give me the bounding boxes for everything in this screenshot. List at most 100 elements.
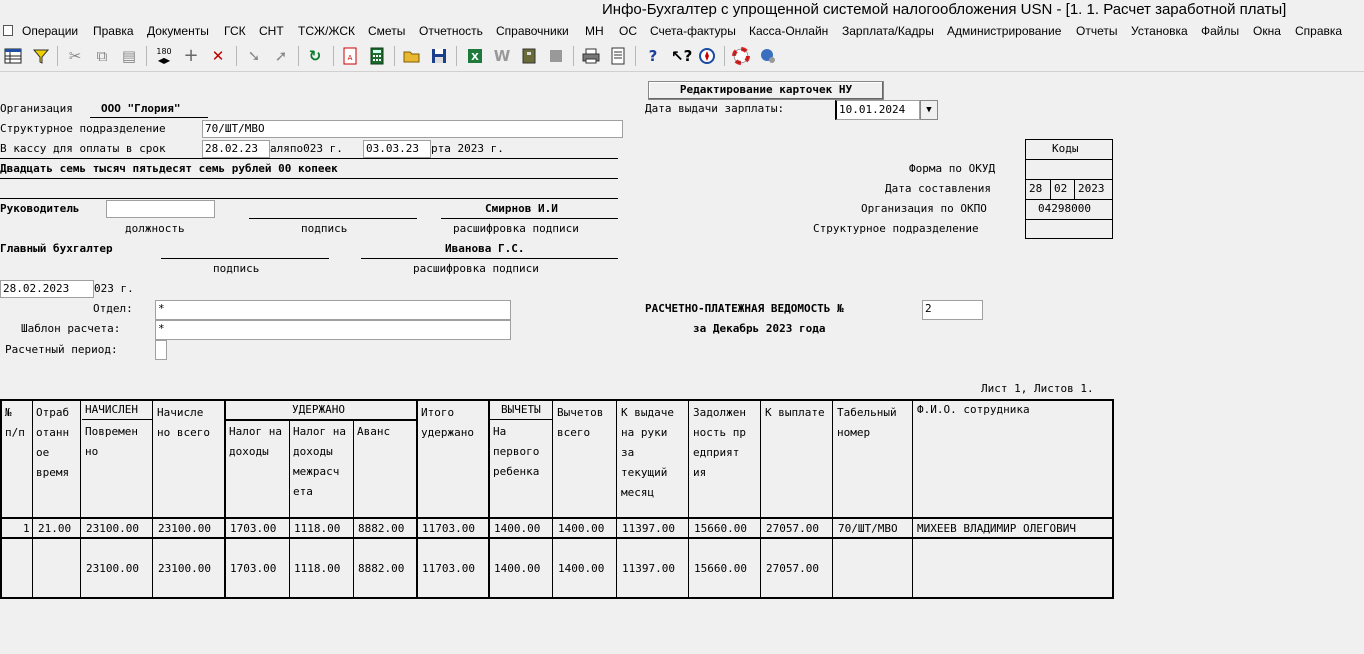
- col-accrued-time-header: Повремен но: [85, 425, 138, 458]
- cash-to-input[interactable]: 03.03.23: [363, 140, 431, 158]
- amount-in-words: Двадцать семь тысяч пятьдесят семь рубле…: [0, 162, 338, 175]
- archive-icon[interactable]: [520, 47, 538, 65]
- edit-cards-button[interactable]: Редактирование карточек НУ: [648, 81, 884, 100]
- okpo-value: 04298000: [1038, 202, 1091, 215]
- template-label: Шаблон расчета:: [21, 322, 121, 335]
- excel-icon[interactable]: X: [466, 47, 484, 65]
- total-accrued-time: 23100.00: [86, 562, 139, 575]
- preview-icon[interactable]: [609, 47, 627, 65]
- total-to-pay-month: 11397.00: [622, 562, 675, 575]
- pdf-icon[interactable]: A: [341, 47, 359, 65]
- menu-install[interactable]: Установка: [1131, 24, 1188, 38]
- menu-edit[interactable]: Правка: [93, 24, 134, 38]
- total-deductions-total: 1400.00: [558, 562, 605, 575]
- svg-text:A: A: [348, 54, 353, 62]
- menu-references[interactable]: Справочники: [496, 24, 569, 38]
- menu-reporting[interactable]: Отчетность: [419, 24, 483, 38]
- cash-from-input[interactable]: 28.02.23: [202, 140, 270, 158]
- total-deduction-child: 1400.00: [494, 562, 541, 575]
- stop-icon[interactable]: [547, 47, 565, 65]
- open-icon[interactable]: [403, 47, 421, 65]
- okpo-label: Организация по ОКПО: [861, 202, 987, 215]
- table-icon[interactable]: [4, 47, 22, 65]
- signature-caption: подпись: [301, 222, 348, 235]
- cell-accrued-time: 23100.00: [86, 522, 139, 535]
- pay-date-input[interactable]: 10.01.2024: [835, 100, 920, 120]
- cell-to-pay: 27057.00: [766, 522, 819, 535]
- date-year: 2023: [1078, 182, 1105, 195]
- help-icon[interactable]: ?: [644, 47, 662, 65]
- menu-documents[interactable]: Документы: [147, 24, 209, 38]
- menu-estimates[interactable]: Сметы: [368, 24, 405, 38]
- head-position-input[interactable]: [106, 200, 215, 218]
- menu-help[interactable]: Справка: [1295, 24, 1342, 38]
- menu-admin[interactable]: Администрирование: [947, 24, 1061, 38]
- menu-gsk[interactable]: ГСК: [224, 24, 246, 38]
- statement-number-input[interactable]: 2: [922, 300, 983, 320]
- cell-tax: 1703.00: [230, 522, 277, 535]
- cell-debt: 15660.00: [694, 522, 747, 535]
- cash-tail-text: рта 2023 г.: [431, 142, 504, 155]
- sheet-info: Лист 1, Листов 1.: [981, 382, 1094, 395]
- paste-icon[interactable]: ▤: [120, 47, 138, 65]
- menu-bar: Операции Правка Документы ГСК СНТ ТСЖ/ЖС…: [0, 21, 1364, 41]
- copy-icon[interactable]: ⧉: [93, 47, 111, 65]
- total-tax-inter: 1118.00: [294, 562, 341, 575]
- date-composed-label: Дата составления: [885, 182, 991, 195]
- renumber-icon[interactable]: 180 ◀▶: [155, 47, 173, 65]
- dept-input[interactable]: *: [155, 300, 511, 320]
- head-label: Руководитель: [0, 202, 80, 215]
- period-input[interactable]: [155, 340, 167, 360]
- chevron-down-icon[interactable]: ▼: [920, 100, 938, 120]
- word-icon[interactable]: W: [493, 47, 511, 65]
- cut-icon[interactable]: ✂: [66, 47, 84, 65]
- title-bar: Инфо-Бухгалтер с упрощенной системой нал…: [0, 0, 1364, 21]
- struct-input[interactable]: 70/ШТ/МВО: [202, 120, 623, 138]
- refresh-icon[interactable]: ↻: [306, 47, 324, 65]
- calculator-icon[interactable]: [368, 47, 386, 65]
- total-advance: 8882.00: [358, 562, 405, 575]
- print-icon[interactable]: [582, 47, 600, 65]
- add-icon[interactable]: +: [182, 47, 200, 65]
- total-debt: 15660.00: [694, 562, 747, 575]
- total-tax: 1703.00: [230, 562, 277, 575]
- cash-mid-text: аляпо023 г.: [270, 142, 343, 155]
- unmark-icon[interactable]: ➚: [272, 47, 290, 65]
- menu-windows[interactable]: Окна: [1253, 24, 1281, 38]
- template-input[interactable]: *: [155, 320, 511, 340]
- menu-cash-online[interactable]: Касса-Онлайн: [749, 24, 828, 38]
- filter-icon[interactable]: [32, 47, 50, 65]
- menu-tszh[interactable]: ТСЖ/ЖСК: [298, 24, 355, 38]
- menu-invoices[interactable]: Счета-фактуры: [650, 24, 736, 38]
- total-to-pay: 27057.00: [766, 562, 819, 575]
- menu-snt[interactable]: СНТ: [259, 24, 284, 38]
- save-icon[interactable]: [430, 47, 448, 65]
- document-icon[interactable]: [3, 25, 13, 36]
- delete-icon[interactable]: ✕: [209, 47, 227, 65]
- chief-acc-label: Главный бухгалтер: [0, 242, 113, 255]
- doc-date-input[interactable]: 28.02.2023: [0, 280, 94, 298]
- org-value: ООО "Глория": [101, 102, 181, 115]
- lifebuoy-icon[interactable]: [732, 47, 750, 65]
- col-worked-header: Отраб отанн ое время: [36, 406, 70, 479]
- head-name: Смирнов И.И: [485, 202, 558, 215]
- cell-fio: МИХЕЕВ ВЛАДИМИР ОЛЕГОВИЧ: [917, 522, 1076, 535]
- mark-icon[interactable]: ➘: [245, 47, 263, 65]
- cell-no: 1: [23, 522, 30, 535]
- okud-label: Форма по ОКУД: [909, 162, 996, 175]
- menu-files[interactable]: Файлы: [1201, 24, 1239, 38]
- col-withheld-group: УДЕРЖАНО: [292, 403, 345, 416]
- dept-label: Отдел:: [93, 302, 133, 315]
- menu-reports[interactable]: Отчеты: [1076, 24, 1117, 38]
- menu-os[interactable]: ОС: [619, 24, 637, 38]
- web-icon[interactable]: [759, 47, 777, 65]
- signature-caption-2: подпись: [213, 262, 260, 275]
- statement-period: за Декабрь 2023 года: [693, 322, 826, 335]
- context-help-icon[interactable]: ↖?: [671, 47, 692, 65]
- decoding-caption-2: расшифровка подписи: [413, 262, 539, 275]
- table-row[interactable]: 1 21.00 23100.00 23100.00 1703.00 1118.0…: [2, 520, 1112, 537]
- compass-icon[interactable]: [698, 47, 716, 65]
- menu-operations[interactable]: Операции: [22, 24, 78, 38]
- menu-salary[interactable]: Зарплата/Кадры: [842, 24, 934, 38]
- menu-mn[interactable]: МН: [585, 24, 604, 38]
